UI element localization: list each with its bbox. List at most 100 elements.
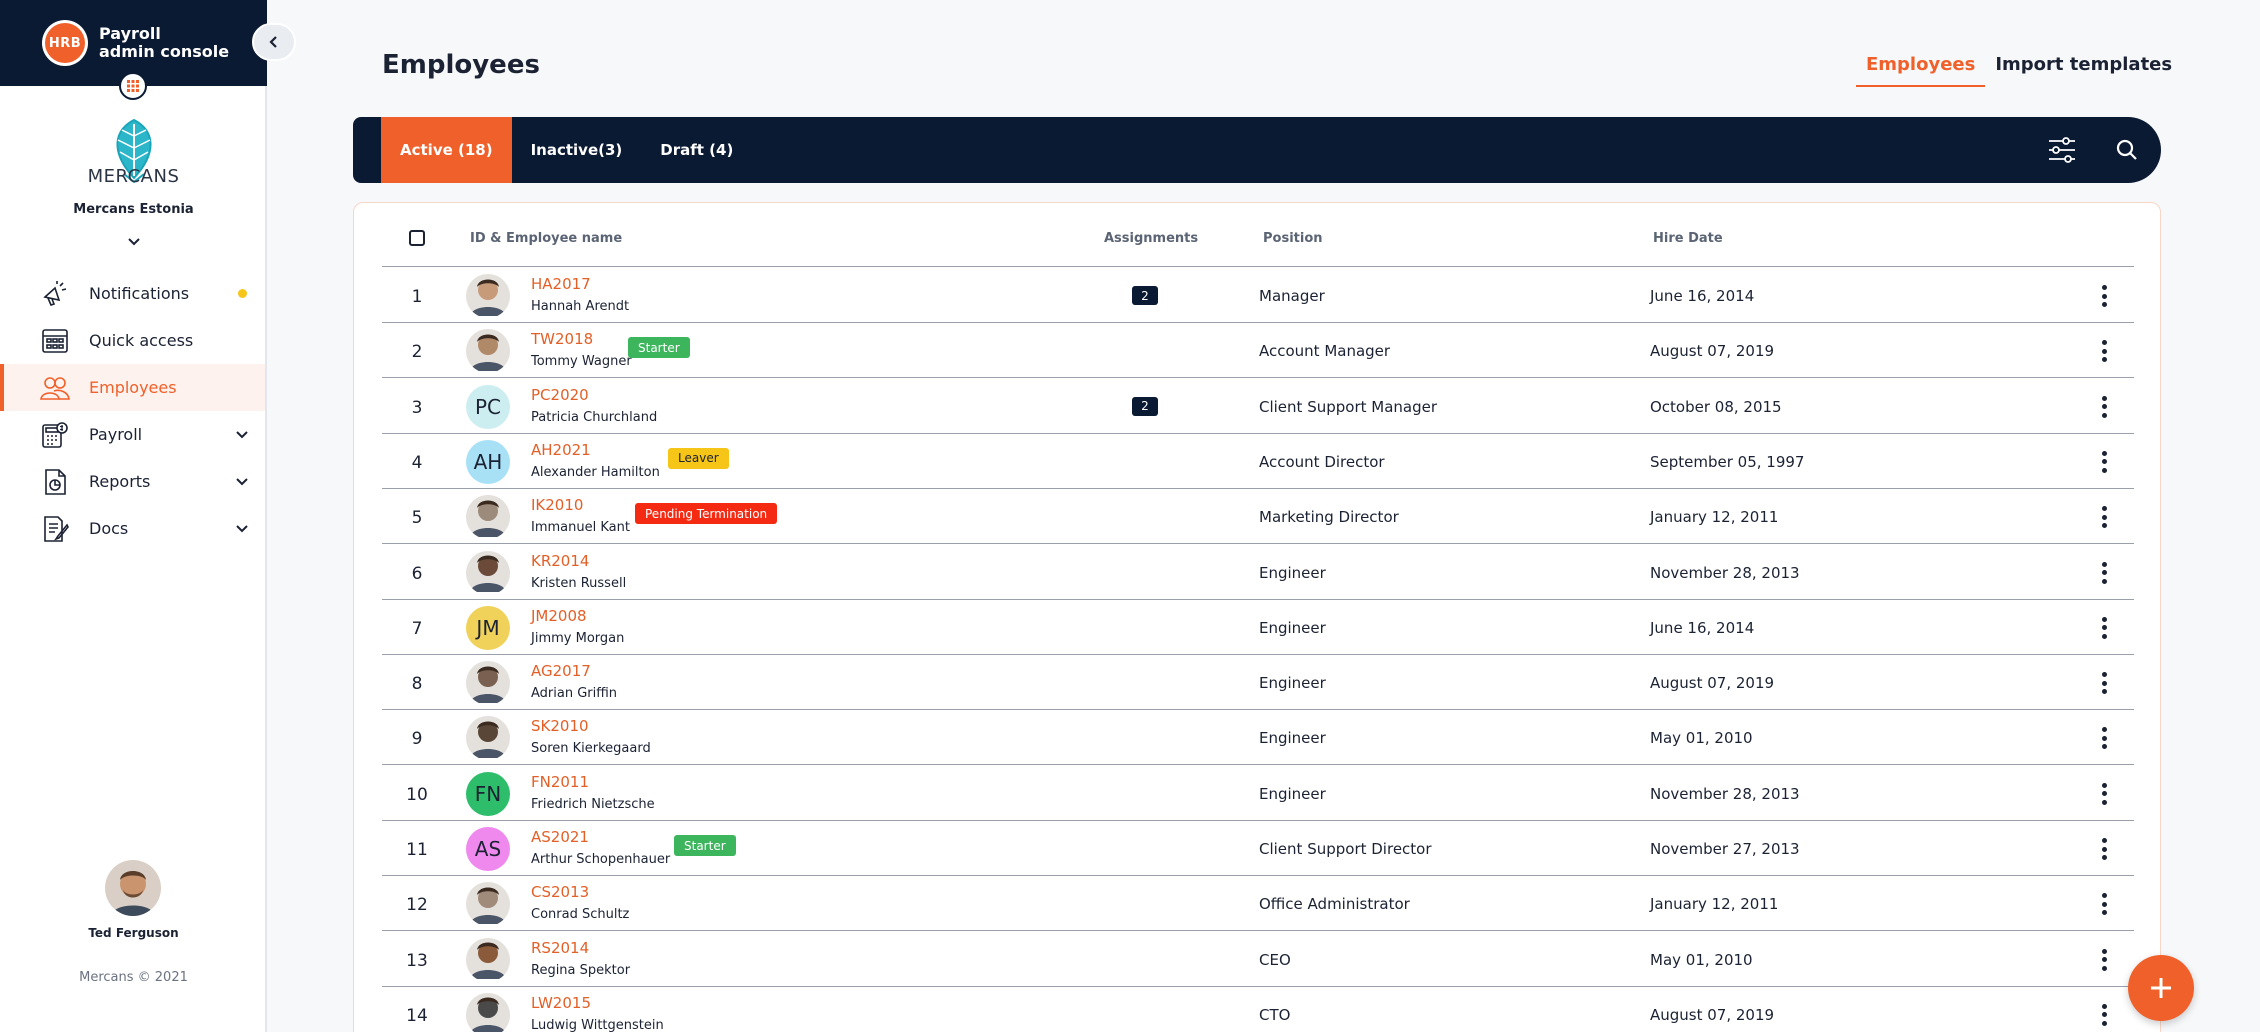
employee-hire-date: January 12, 2011	[1650, 508, 1779, 527]
employee-id-link[interactable]: LW2015	[531, 994, 591, 1012]
search-button[interactable]	[2111, 134, 2143, 166]
employee-position: CEO	[1259, 950, 1291, 969]
employee-id-link[interactable]: FN2011	[531, 773, 589, 791]
table-row[interactable]: 6 KR2014 Kristen Russell Engineer November 2…	[382, 545, 2134, 600]
tab-inactive[interactable]: Inactive(3)	[512, 117, 642, 183]
chevron-down-icon[interactable]	[232, 472, 252, 492]
filter-button[interactable]	[2046, 134, 2078, 166]
hrb-logo[interactable]: HRB	[42, 20, 88, 66]
header-assignments[interactable]: Assignments	[1104, 231, 1198, 246]
table-row[interactable]: 8 AG2017 Adrian Griffin Engineer August 07, …	[382, 655, 2134, 711]
row-actions-button[interactable]	[2094, 836, 2114, 862]
chevron-down-icon[interactable]	[232, 519, 252, 539]
row-actions-button[interactable]	[2094, 338, 2114, 364]
avatar-initials: PC	[474, 394, 502, 419]
assignments-count-badge[interactable]: 2	[1132, 286, 1158, 305]
row-actions-button[interactable]	[2094, 670, 2114, 696]
collapse-sidebar-button[interactable]	[252, 23, 296, 61]
tab-active[interactable]: Active (18)	[381, 117, 512, 183]
row-actions-button[interactable]	[2094, 781, 2114, 807]
row-number: 12	[406, 895, 428, 916]
sidebar-item-label: Docs	[89, 519, 129, 538]
sidebar-item-quick-access[interactable]: Quick access	[0, 317, 265, 364]
row-number: 5	[411, 508, 423, 529]
employee-id-link[interactable]: KR2014	[531, 552, 589, 570]
table-row[interactable]: 12 CS2013 Conrad Schultz Office Administrat…	[382, 876, 2134, 932]
top-tabs: Employees Import templates	[1856, 52, 2182, 87]
table-row[interactable]: 11 AS AS2021 Arthur Schopenhauer Starter Clie…	[382, 821, 2134, 876]
sidebar-nav: Notifications Quick access Employees Pay…	[0, 270, 265, 552]
employee-id-link[interactable]: JM2008	[531, 607, 587, 625]
employee-id-link[interactable]: CS2013	[531, 883, 589, 901]
table-row[interactable]: 4 AH AH2021 Alexander Hamilton Leaver Account…	[382, 434, 2134, 489]
company-switch-chevron[interactable]	[124, 232, 144, 252]
avatar-initials: FN	[474, 781, 502, 806]
chevron-down-icon[interactable]	[232, 425, 252, 445]
assignments-count-badge[interactable]: 2	[1132, 396, 1158, 416]
sidebar-item-payroll[interactable]: Payroll	[0, 411, 265, 458]
employee-id-link[interactable]: SK2010	[531, 717, 589, 735]
status-filter-bar: Active (18) Inactive(3) Draft (4)	[353, 117, 2161, 183]
header-id-name[interactable]: ID & Employee name	[470, 231, 622, 246]
employee-id-link[interactable]: HA2017	[531, 275, 591, 293]
apps-grid-button[interactable]	[119, 72, 147, 100]
tab-employees[interactable]: Employees	[1856, 52, 1986, 87]
tab-draft[interactable]: Draft (4)	[641, 117, 752, 183]
tab-import-templates[interactable]: Import templates	[1985, 52, 2182, 87]
employee-avatar	[466, 495, 510, 539]
table-row[interactable]: 14 LW2015 Ludwig Wittgenstein CTO August 07,…	[382, 987, 2134, 1032]
employee-hire-date: November 27, 2013	[1650, 840, 1800, 858]
employee-photo-icon	[466, 274, 510, 318]
chevron-down-icon	[128, 238, 140, 246]
header-hire-date[interactable]: Hire Date	[1653, 231, 1723, 246]
table-row[interactable]: 9 SK2010 Soren Kierkegaard Engineer May 01, …	[382, 710, 2134, 766]
employee-id-link[interactable]: AS2021	[531, 828, 589, 846]
employee-id-link[interactable]: PC2020	[531, 386, 589, 404]
sidebar-item-notifications[interactable]: Notifications	[0, 270, 265, 317]
table-row[interactable]: 3 PC PC2020 Patricia Churchland 2 Client Supp…	[382, 379, 2134, 434]
row-actions-button[interactable]	[2094, 504, 2114, 530]
employee-id-link[interactable]: RS2014	[531, 939, 589, 957]
row-actions-button[interactable]	[2094, 891, 2114, 917]
employee-position: Account Manager	[1259, 342, 1391, 361]
kebab-dot	[2101, 514, 2107, 520]
user-avatar[interactable]	[105, 860, 161, 916]
add-employee-button[interactable]	[2128, 955, 2194, 1021]
employee-id-link[interactable]: TW2018	[531, 330, 593, 348]
sidebar-item-docs[interactable]: Docs	[0, 505, 265, 552]
kebab-dot	[2101, 1003, 2107, 1009]
table-row[interactable]: 10 FN FN2011 Friedrich Nietzsche Engineer Nov…	[382, 766, 2134, 821]
row-actions-button[interactable]	[2094, 283, 2114, 309]
header-position[interactable]: Position	[1263, 231, 1323, 246]
select-all-checkbox[interactable]	[409, 230, 425, 246]
table-row[interactable]: 1 HA2017 Hannah Arendt 2 Manager June 16, 201…	[382, 268, 2134, 323]
employee-id-link[interactable]: IK2010	[531, 496, 583, 514]
avatar-initials: JM	[476, 615, 500, 640]
employee-name: Jimmy Morgan	[531, 630, 625, 646]
table-row[interactable]: 2 TW2018 Tommy Wagner Starter Account Manage…	[382, 323, 2134, 379]
search-icon	[2116, 139, 2137, 160]
row-number: 3	[411, 397, 423, 418]
row-actions-button[interactable]	[2094, 560, 2114, 586]
employee-position: Manager	[1259, 287, 1325, 305]
table-row[interactable]: 13 RS2014 Regina Spektor CEO May 01, 2010	[382, 932, 2134, 987]
row-actions-button[interactable]	[2094, 1002, 2114, 1028]
row-actions-button[interactable]	[2094, 394, 2114, 420]
row-actions-button[interactable]	[2094, 449, 2114, 475]
row-actions-button[interactable]	[2094, 725, 2114, 751]
table-row[interactable]: 5 IK2010 Immanuel Kant Pending Termination M…	[382, 489, 2134, 545]
row-number: 11	[406, 840, 428, 860]
employee-id-link[interactable]: AH2021	[531, 441, 591, 459]
row-number: 7	[411, 618, 423, 639]
row-actions-button[interactable]	[2094, 947, 2114, 973]
table-row[interactable]: 7 JM JM2008 Jimmy Morgan Engineer June 16, 20…	[382, 600, 2134, 655]
row-number: 4	[411, 452, 423, 473]
row-actions-button[interactable]	[2094, 615, 2114, 641]
kebab-dot	[2101, 348, 2107, 354]
kebab-dot	[2101, 791, 2107, 797]
user-name: Ted Ferguson	[88, 926, 179, 940]
employee-id-link[interactable]: AG2017	[531, 662, 591, 680]
sidebar-item-employees[interactable]: Employees	[0, 364, 265, 411]
employee-name: Arthur Schopenhauer	[531, 852, 671, 867]
sidebar-item-reports[interactable]: Reports	[0, 458, 265, 505]
